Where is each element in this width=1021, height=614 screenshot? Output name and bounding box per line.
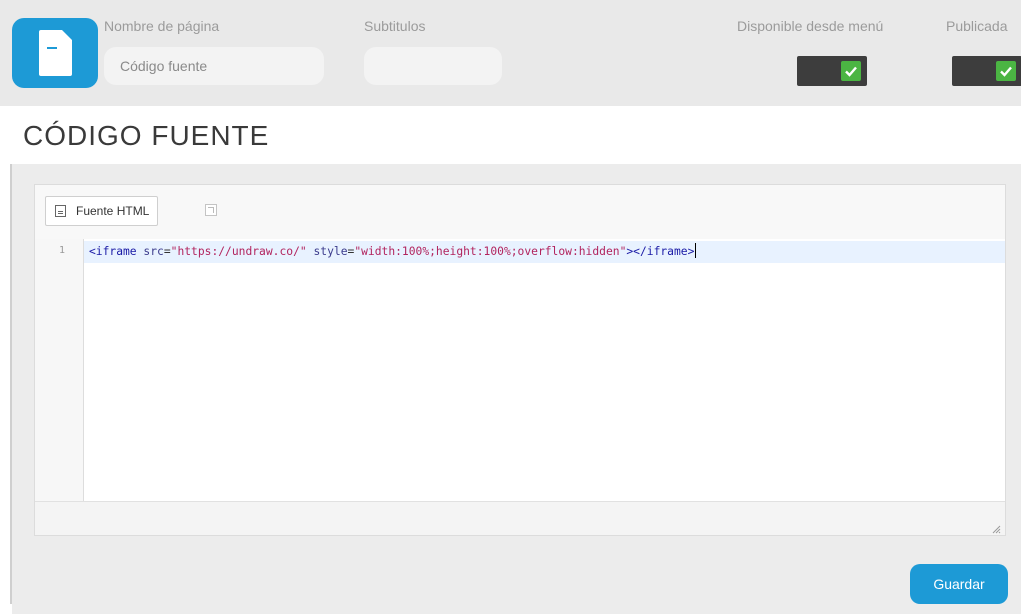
- page-title: CÓDIGO FUENTE: [23, 120, 270, 151]
- checkmark-icon: [841, 61, 861, 81]
- content-area: Fuente HTML 1 <iframe src="https://undra…: [12, 164, 1021, 614]
- checkmark-icon: [996, 61, 1016, 81]
- page-name-label: Nombre de página: [104, 18, 220, 34]
- code-close-tag: ></iframe>: [626, 245, 695, 258]
- subtitles-label: Subtitulos: [364, 18, 426, 34]
- code-line[interactable]: <iframe src="https://undraw.co/" style="…: [84, 241, 1005, 263]
- published-toggle[interactable]: [952, 56, 1021, 86]
- maximize-icon[interactable]: [205, 204, 217, 216]
- resize-grip-icon[interactable]: [991, 521, 1001, 534]
- menu-available-label: Disponible desde menú: [737, 18, 884, 34]
- code-src-attr: src: [143, 245, 164, 258]
- page-document-icon: [12, 18, 98, 88]
- code-equals: =: [163, 245, 171, 258]
- page-name-input[interactable]: [104, 47, 324, 85]
- code-area[interactable]: <iframe src="https://undraw.co/" style="…: [84, 239, 1005, 503]
- title-strip: CÓDIGO FUENTE: [12, 106, 1021, 164]
- published-label: Publicada: [946, 18, 1008, 34]
- editor-toolbar: Fuente HTML: [35, 185, 1005, 240]
- code-src-value: "https://undraw.co/": [170, 245, 307, 258]
- html-editor: Fuente HTML 1 <iframe src="https://undra…: [34, 184, 1006, 536]
- source-icon: [55, 205, 66, 217]
- save-button[interactable]: Guardar: [910, 564, 1008, 604]
- code-style-value: "width:100%;height:100%;overflow:hidden": [354, 245, 627, 258]
- source-html-button[interactable]: Fuente HTML: [45, 196, 159, 226]
- page-header: Nombre de página Subtitulos Disponible d…: [0, 0, 1021, 106]
- code-open-tag: <iframe: [89, 245, 137, 258]
- code-style-attr: style: [313, 245, 348, 258]
- page: Nombre de página Subtitulos Disponible d…: [0, 0, 1021, 614]
- line-gutter: 1: [35, 239, 84, 503]
- line-number: 1: [58, 245, 65, 256]
- source-html-label: Fuente HTML: [76, 204, 150, 218]
- text-caret: [695, 243, 697, 258]
- subtitles-input[interactable]: [364, 47, 502, 85]
- document-shape: [39, 30, 72, 76]
- menu-available-toggle[interactable]: [797, 56, 867, 86]
- editor-footer: [35, 501, 1005, 535]
